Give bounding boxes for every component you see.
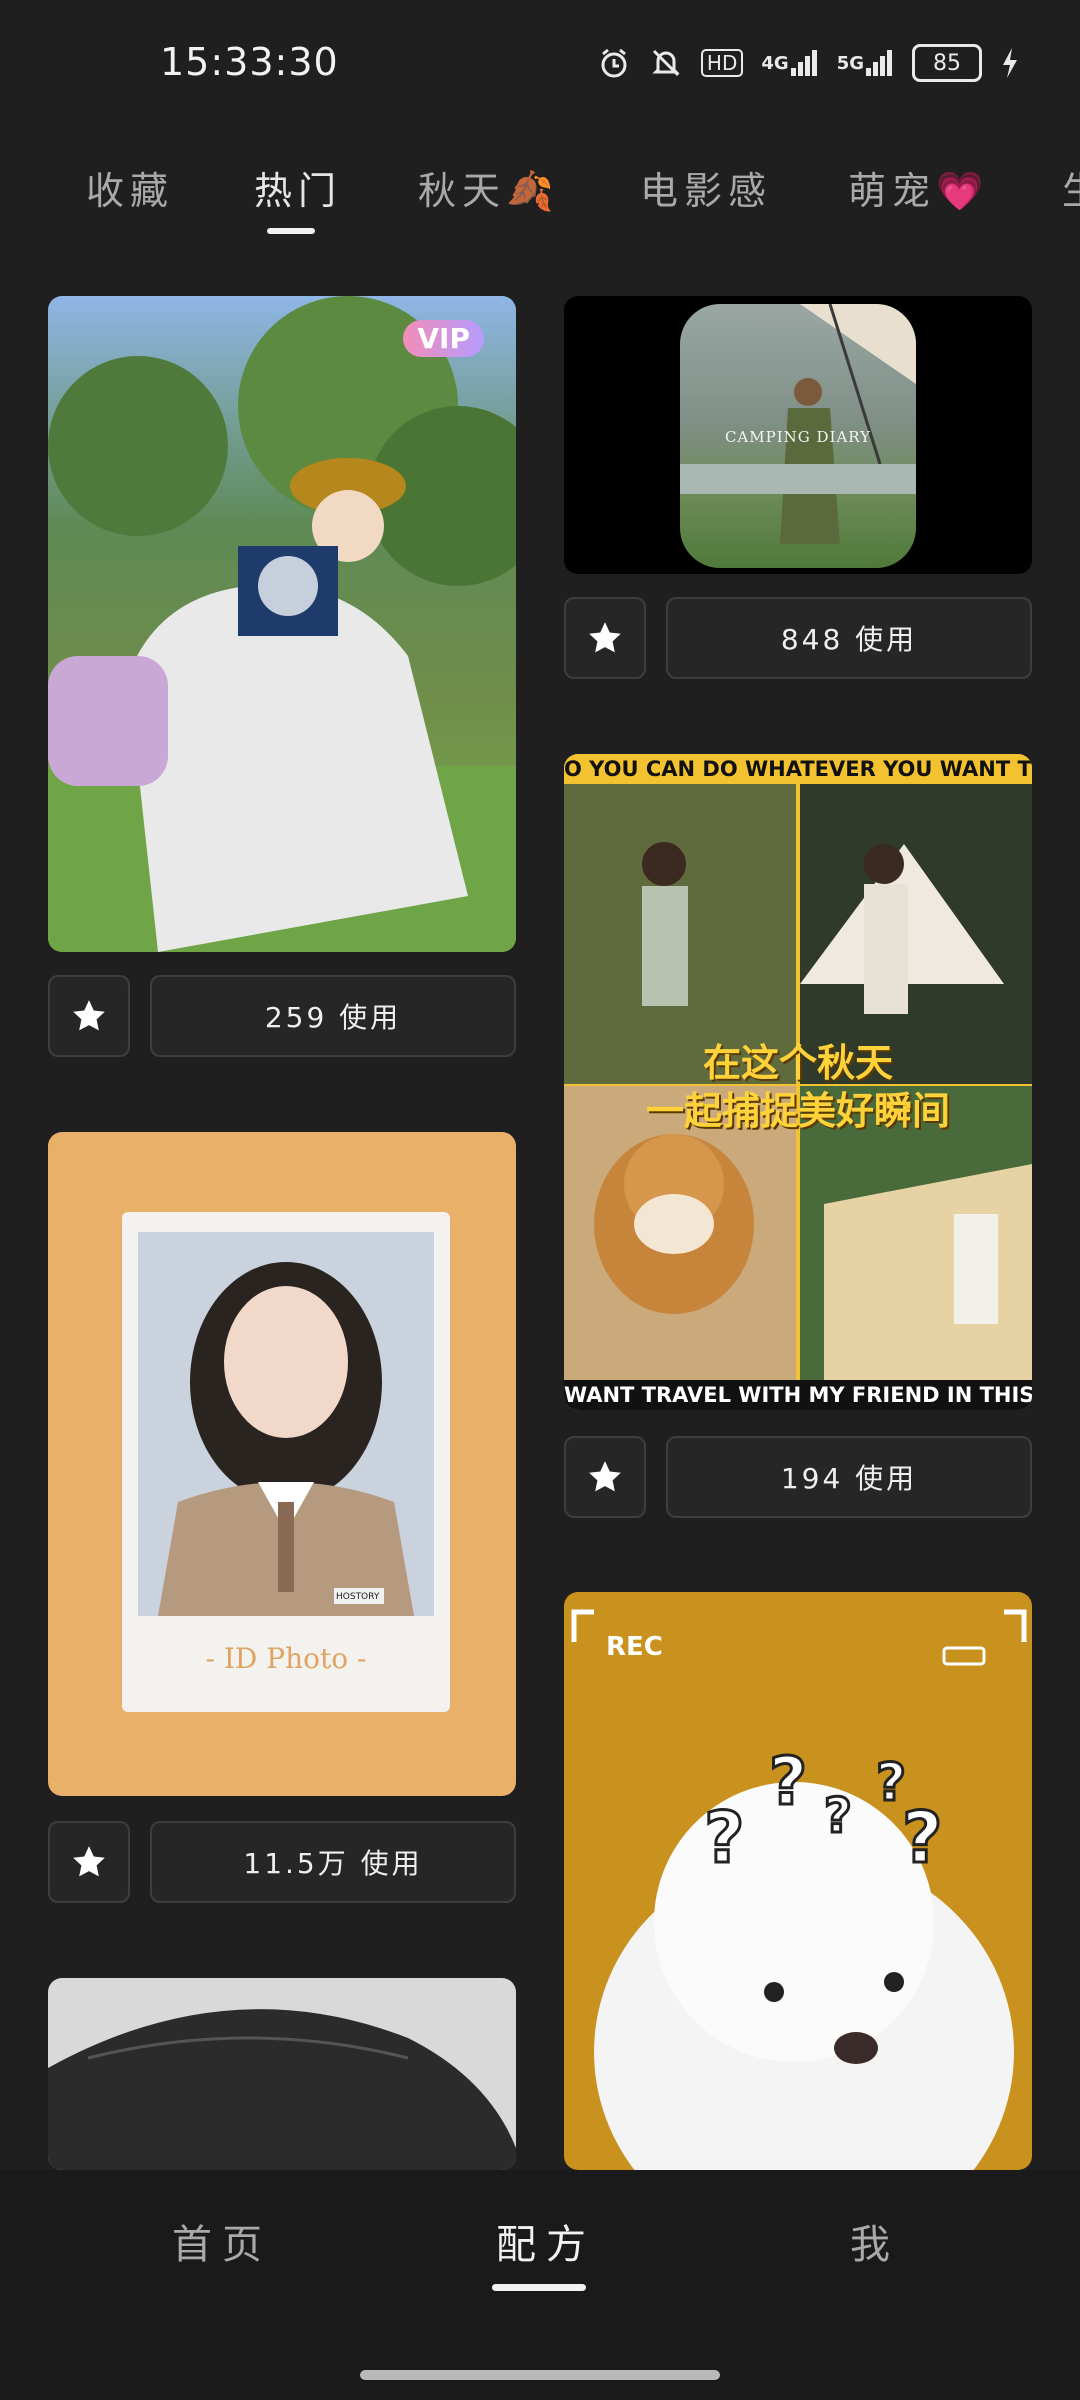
mute-bell-icon: [649, 46, 683, 80]
use-count-button[interactable]: 259 使用: [150, 975, 516, 1057]
template-card-6[interactable]: [48, 1978, 516, 2170]
tab-popular[interactable]: 热门: [254, 160, 342, 215]
status-bar: 15:33:30 HD 4G 5G 85: [0, 0, 1080, 130]
signal-4g-icon: 4G: [761, 48, 818, 78]
template-preview-image: [138, 1232, 434, 1616]
template-card-1[interactable]: VIP: [48, 296, 516, 952]
use-count-button[interactable]: 194 使用: [666, 1436, 1032, 1518]
photo-frame: HOSTORY - ID Photo -: [122, 1212, 450, 1712]
favorite-button[interactable]: [48, 1821, 130, 1903]
template-card-5[interactable]: ? ? ? ? ? REC: [564, 1592, 1032, 2170]
template-card-4[interactable]: HOSTORY - ID Photo -: [48, 1132, 516, 1796]
template-card-3[interactable]: O YOU CAN DO WHATEVER YOU WANT TO 在这个秋天 …: [564, 754, 1032, 1410]
home-indicator[interactable]: [360, 2370, 720, 2380]
signal-5g-icon: 5G: [837, 48, 894, 78]
star-icon: [589, 1461, 621, 1492]
svg-text:?: ?: [704, 1797, 745, 1879]
favorite-button[interactable]: [564, 1436, 646, 1518]
tab-more[interactable]: 生: [1062, 160, 1080, 215]
star-icon: [73, 1846, 105, 1877]
svg-text:?: ?: [902, 1797, 943, 1879]
hd-voice-icon: HD: [700, 49, 744, 77]
overlay-text: - ID Photo -: [205, 1642, 367, 1675]
charging-icon: [1000, 46, 1020, 80]
caption-line-1: 在这个秋天: [702, 1041, 893, 1085]
nav-me[interactable]: 我: [850, 2212, 900, 2270]
favorite-button[interactable]: [48, 975, 130, 1057]
star-icon: [589, 622, 621, 653]
nav-recipes[interactable]: 配方: [496, 2212, 596, 2270]
top-banner-text: O YOU CAN DO WHATEVER YOU WANT TO: [564, 754, 1032, 784]
template-preview-image: [48, 2009, 516, 2170]
clock: 15:33:30: [160, 40, 339, 84]
tab-autumn[interactable]: 秋天🍂: [418, 160, 559, 215]
caption-line-2: 一起捕捉美好瞬间: [645, 1089, 950, 1133]
category-tabs: 收藏 热门 秋天🍂 电影感 萌宠💗 生: [0, 150, 1080, 240]
svg-text:?: ?: [769, 1743, 807, 1820]
favorite-button[interactable]: [564, 597, 646, 679]
template-preview-image: ? ? ? ? ?: [571, 1609, 1027, 2170]
net-4g-label: 4G: [761, 52, 789, 74]
rec-label: REC: [606, 1632, 663, 1662]
template-preview-image: [48, 296, 516, 952]
photo-stamp: HOSTORY: [336, 1592, 380, 1602]
tab-pets[interactable]: 萌宠💗: [848, 160, 989, 215]
tab-favorites[interactable]: 收藏: [86, 160, 174, 215]
active-nav-indicator: [492, 2284, 586, 2291]
star-icon: [73, 1000, 105, 1031]
vip-badge: VIP: [403, 320, 484, 357]
bottom-banner-text: WANT TRAVEL WITH MY FRIEND IN THIS: [564, 1380, 1032, 1410]
use-count-button[interactable]: 848 使用: [666, 597, 1032, 679]
svg-text:?: ?: [824, 1788, 852, 1844]
template-card-2[interactable]: CAMPING DIARY: [564, 296, 1032, 574]
overlay-text: CAMPING DIARY: [724, 428, 872, 446]
template-preview-image: CAMPING DIARY: [680, 304, 916, 568]
nav-home[interactable]: 首页: [172, 2212, 272, 2270]
active-tab-indicator: [267, 228, 315, 234]
battery-icon: 85: [912, 44, 982, 82]
status-icons: HD 4G 5G 85: [597, 44, 1020, 82]
bottom-navigation: 首页 配方 我: [0, 2170, 1080, 2400]
tab-cinematic[interactable]: 电影感: [640, 160, 772, 215]
use-count-button[interactable]: 11.5万 使用: [150, 1821, 516, 1903]
alarm-icon: [597, 46, 631, 80]
net-5g-label: 5G: [836, 52, 864, 74]
